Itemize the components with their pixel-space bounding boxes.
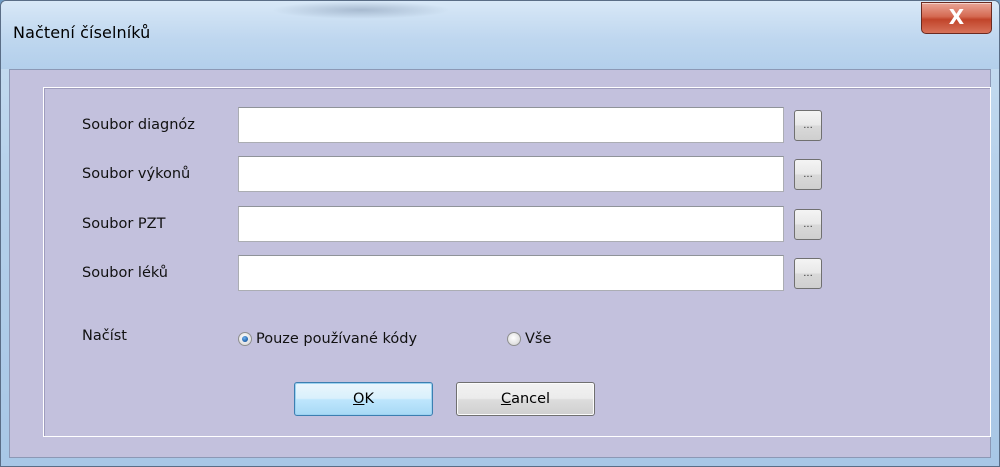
window-title: Načtení číselníků <box>13 23 151 42</box>
radio-all-label: Vše <box>525 331 552 347</box>
drugs-file-input[interactable] <box>238 255 784 291</box>
diagnoses-file-label: Soubor diagnóz <box>82 117 195 133</box>
title-bar[interactable]: Načtení číselníků X <box>1 1 999 69</box>
cancel-label-rest: ancel <box>511 391 551 407</box>
ok-label-rest: K <box>364 391 374 407</box>
radio-unchecked-icon[interactable] <box>507 332 521 346</box>
cancel-button[interactable]: Cancel <box>456 382 595 416</box>
pzt-file-input[interactable] <box>238 206 784 242</box>
drugs-file-label: Soubor léků <box>82 265 169 281</box>
load-label: Načíst <box>82 328 127 344</box>
title-bar-background-blur <box>271 1 451 19</box>
dialog-window: Načtení číselníků X Soubor diagnóz ... S… <box>0 0 1000 467</box>
diagnoses-file-browse-button[interactable]: ... <box>794 110 822 141</box>
close-icon: X <box>948 5 965 29</box>
ok-button[interactable]: OK <box>294 382 433 416</box>
radio-used-codes-only[interactable]: Pouze používané kódy <box>238 329 417 349</box>
dialog-client-area: Soubor diagnóz ... Soubor výkonů ... Sou… <box>9 69 991 458</box>
pzt-file-browse-button[interactable]: ... <box>794 209 822 240</box>
procedures-file-browse-button[interactable]: ... <box>794 159 822 190</box>
procedures-file-input[interactable] <box>238 156 784 192</box>
pzt-file-label: Soubor PZT <box>82 216 166 232</box>
close-button[interactable]: X <box>921 2 992 34</box>
radio-used-codes-only-label: Pouze používané kódy <box>256 331 418 347</box>
diagnoses-file-input[interactable] <box>238 107 784 143</box>
procedures-file-label: Soubor výkonů <box>82 166 191 182</box>
cancel-mnemonic: C <box>500 391 512 407</box>
radio-all[interactable]: Vše <box>507 329 551 349</box>
radio-checked-icon[interactable] <box>238 332 252 346</box>
ok-mnemonic: O <box>353 391 365 407</box>
drugs-file-browse-button[interactable]: ... <box>794 258 822 289</box>
